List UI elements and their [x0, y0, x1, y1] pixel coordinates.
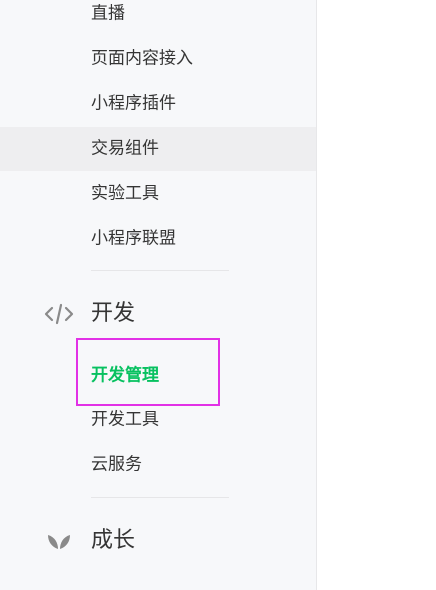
sidebar-item-label: 直播: [91, 3, 125, 24]
group-title: 开发: [91, 301, 136, 326]
sidebar-item-label: 云服务: [91, 454, 142, 475]
sidebar-item-label: 实验工具: [91, 183, 159, 204]
sidebar-item-label: 开发工具: [91, 409, 159, 430]
sidebar-item-trade-component[interactable]: 交易组件: [0, 127, 316, 171]
sidebar-item-dev-tools[interactable]: 开发工具: [0, 398, 316, 442]
sidebar-item-cloud-service[interactable]: 云服务: [0, 443, 316, 487]
sidebar-item-label: 小程序联盟: [91, 228, 176, 249]
sidebar-item-plugins[interactable]: 小程序插件: [0, 82, 316, 126]
sidebar-item-alliance[interactable]: 小程序联盟: [0, 217, 316, 261]
sidebar-item-label: 开发管理: [91, 365, 159, 386]
sidebar-item-label: 页面内容接入: [91, 48, 193, 69]
group-title: 成长: [91, 528, 136, 553]
main-content: [317, 0, 436, 590]
divider: [91, 497, 229, 498]
group-header-growth[interactable]: 成长: [0, 521, 316, 561]
sidebar-item-experiment-tools[interactable]: 实验工具: [0, 172, 316, 216]
sidebar: 直播 页面内容接入 小程序插件 交易组件 实验工具 小程序联盟 开发 开发管理 …: [0, 0, 317, 590]
code-icon: [44, 302, 74, 326]
sidebar-item-label: 交易组件: [91, 138, 159, 159]
divider: [91, 270, 229, 271]
sidebar-item-live[interactable]: 直播: [0, 0, 316, 36]
sidebar-item-page-content[interactable]: 页面内容接入: [0, 37, 316, 81]
sidebar-item-dev-management[interactable]: 开发管理: [0, 354, 316, 398]
group-header-dev[interactable]: 开发: [0, 294, 316, 334]
sidebar-item-label: 小程序插件: [91, 93, 176, 114]
sprout-icon: [44, 529, 74, 553]
